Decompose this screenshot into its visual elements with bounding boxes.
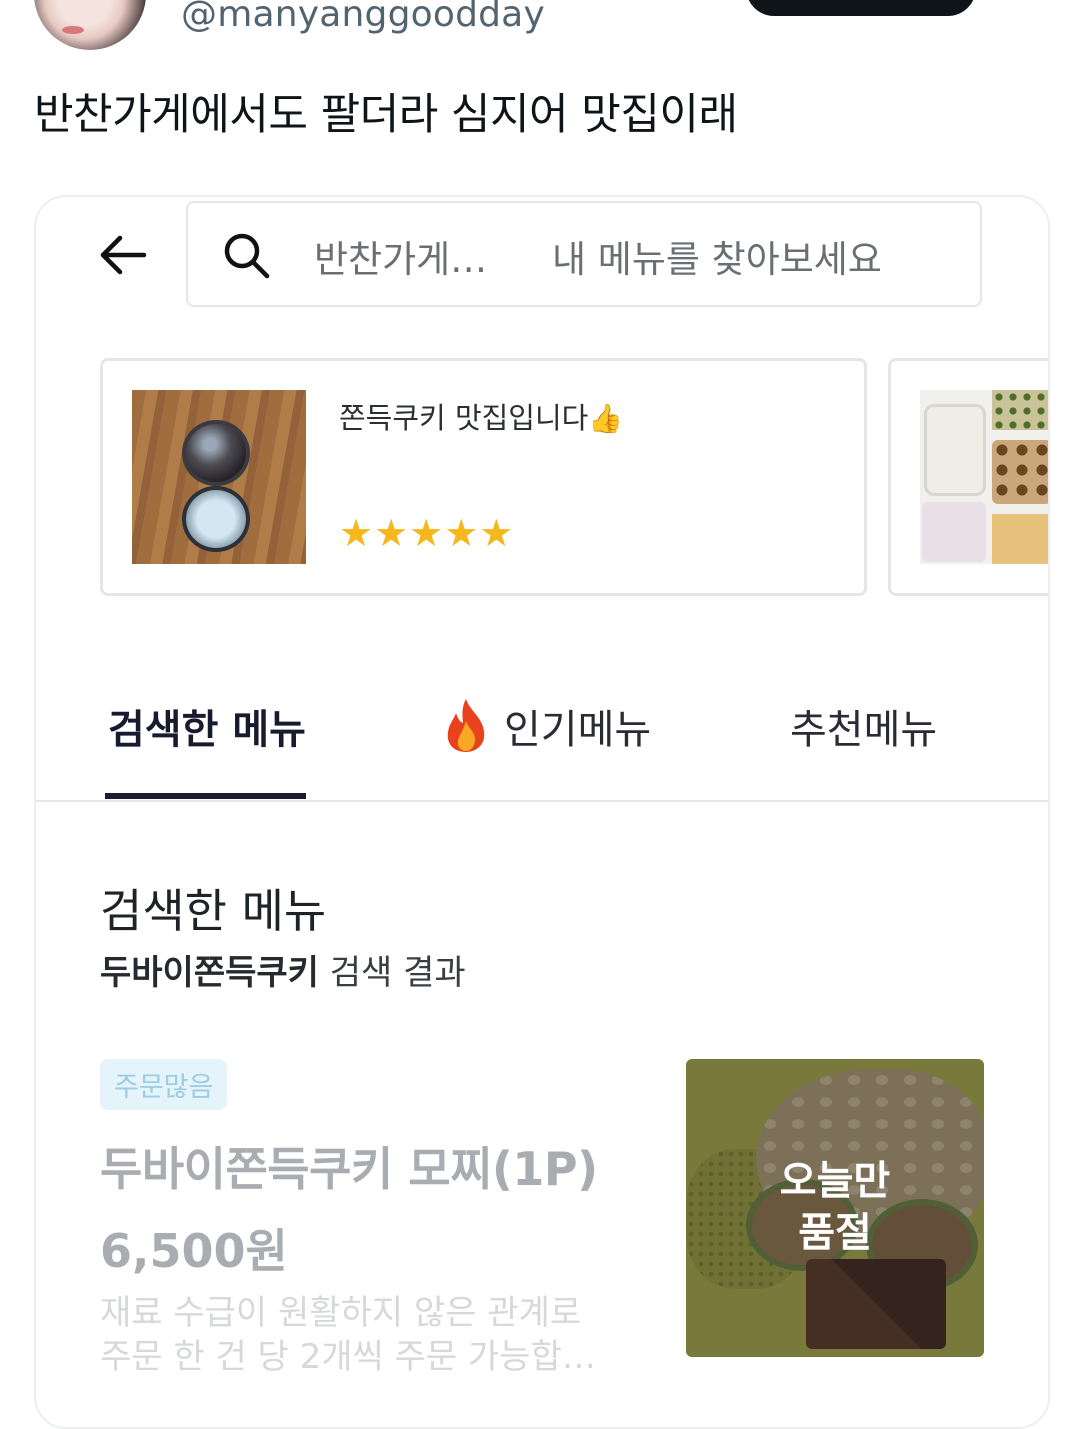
menu-item-photo[interactable]: 오늘만 품절	[686, 1059, 984, 1357]
tab-popular-menu[interactable]: 인기메뉴	[442, 697, 651, 755]
tab-label: 인기메뉴	[504, 707, 652, 753]
review-photo	[920, 390, 1048, 564]
thumbs-up-icon: 👍	[588, 402, 624, 435]
search-store-name: 반찬가게…	[314, 238, 488, 281]
user-handle[interactable]: @manyanggoodday	[181, 0, 545, 35]
search-query: 두바이쫀득쿠키	[100, 953, 319, 993]
review-text: 쫀득쿠키 맛집입니다👍	[339, 401, 624, 435]
review-card[interactable]: 쫀득쿠키 맛집입니다👍 ★★★★★	[100, 358, 867, 596]
follow-button[interactable]	[746, 0, 976, 16]
attached-image[interactable]: 반찬가게… 내 메뉴를 찾아보세요 쫀득쿠키 맛집입니다👍 ★★★★★ 검색한 …	[34, 195, 1050, 1429]
active-tab-indicator	[105, 793, 306, 799]
search-result-caption: 두바이쫀득쿠키 검색 결과	[100, 945, 466, 994]
tab-recommended-menu[interactable]: 추천메뉴	[790, 697, 937, 755]
menu-item-name[interactable]: 두바이쫀득쿠키 모찌(1P)	[100, 1133, 598, 1199]
review-photo	[132, 390, 306, 564]
menu-search-bar[interactable]: 반찬가게… 내 메뉴를 찾아보세요	[186, 201, 982, 307]
soldout-overlay: 오늘만 품절	[779, 1158, 891, 1256]
tab-divider	[36, 800, 1048, 802]
tweet-text: 반찬가게에서도 팔더라 심지어 맛집이래	[34, 90, 738, 140]
section-title: 검색한 메뉴	[100, 884, 327, 938]
search-result-suffix: 검색 결과	[329, 953, 466, 993]
menu-item-price: 6,500원	[100, 1224, 288, 1278]
user-avatar[interactable]	[34, 0, 146, 50]
back-arrow-icon[interactable]	[98, 233, 148, 277]
fire-icon	[447, 699, 485, 752]
review-card[interactable]	[888, 358, 1048, 596]
menu-item-description: 재료 수급이 원활하지 않은 관계로 주문 한 건 당 2개씩 주문 가능합…	[100, 1293, 596, 1377]
star-rating: ★★★★★	[339, 511, 515, 555]
popular-order-badge: 주문많음	[100, 1059, 228, 1110]
tab-searched-menu[interactable]: 검색한 메뉴	[108, 697, 306, 755]
search-icon	[224, 233, 270, 279]
search-placeholder: 내 메뉴를 찾아보세요	[552, 238, 882, 281]
